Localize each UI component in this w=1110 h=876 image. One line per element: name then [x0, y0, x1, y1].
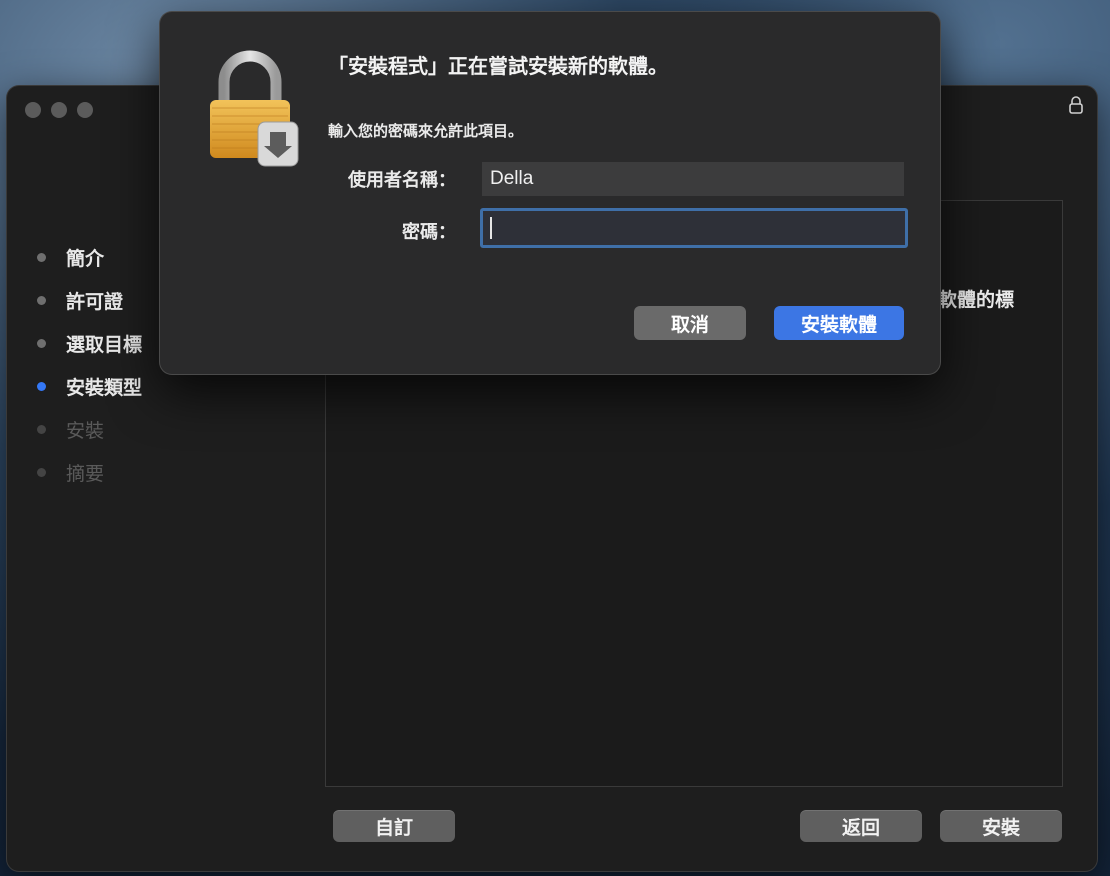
- step-install-type: 安裝類型: [37, 365, 142, 408]
- text-cursor: [490, 217, 492, 239]
- minimize-window-button[interactable]: [51, 102, 67, 118]
- padlock-icon: [210, 50, 299, 167]
- step-intro: 簡介: [37, 236, 142, 279]
- dialog-message: 輸入您的密碼來允許此項目。: [328, 122, 524, 140]
- install-software-button[interactable]: 安裝軟體: [774, 306, 904, 340]
- username-label: 使用者名稱：: [348, 170, 456, 191]
- zoom-window-button[interactable]: [77, 102, 93, 118]
- step-license: 許可證: [37, 279, 142, 322]
- step-bullet: [37, 296, 46, 305]
- password-field[interactable]: [480, 208, 908, 248]
- step-summary: 摘要: [37, 451, 142, 494]
- install-button[interactable]: 安裝: [940, 810, 1062, 842]
- lock-icon: [1069, 96, 1083, 114]
- step-bullet-active: [37, 382, 46, 391]
- step-bullet: [37, 468, 46, 477]
- authentication-dialog: 「安裝程式」正在嘗試安裝新的軟體。 輸入您的密碼來允許此項目。 使用者名稱： 密…: [160, 12, 940, 374]
- dialog-title: 「安裝程式」正在嘗試安裝新的軟體。: [328, 54, 668, 78]
- step-install: 安裝: [37, 408, 142, 451]
- password-label: 密碼：: [402, 222, 456, 243]
- username-field[interactable]: [482, 162, 904, 196]
- customize-button[interactable]: 自訂: [333, 810, 455, 842]
- step-bullet: [37, 425, 46, 434]
- step-destination: 選取目標: [37, 322, 142, 365]
- step-bullet: [37, 253, 46, 262]
- step-bullet: [37, 339, 46, 348]
- close-window-button[interactable]: [25, 102, 41, 118]
- cancel-button[interactable]: 取消: [634, 306, 746, 340]
- content-text: 軟體的標: [938, 289, 1015, 311]
- installer-steps: 簡介 許可證 選取目標 安裝類型 安裝 摘要: [37, 236, 142, 494]
- back-button[interactable]: 返回: [800, 810, 922, 842]
